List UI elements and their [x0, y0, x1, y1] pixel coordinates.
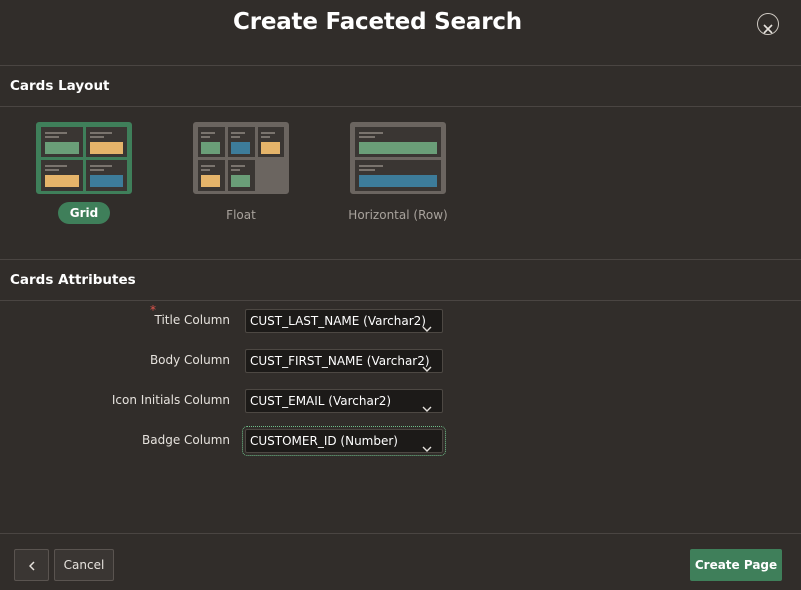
horizontal-layout-thumbnail: [350, 122, 446, 194]
chevron-down-icon: [422, 437, 432, 456]
chevron-down-icon: [422, 357, 432, 376]
footer-divider: [0, 533, 801, 534]
dialog-header: Create Faceted Search: [0, 0, 801, 52]
icon-initials-column-row: Icon Initials Column CUST_EMAIL (Varchar…: [0, 389, 801, 413]
card-tile: [228, 127, 255, 157]
icon-initials-column-value: CUST_EMAIL (Varchar2): [250, 394, 392, 408]
divider: [0, 65, 801, 66]
card-tile: [41, 160, 83, 191]
body-column-label: Body Column: [149, 353, 230, 367]
card-tile: [355, 127, 441, 157]
divider: [0, 106, 801, 107]
badge-column-select[interactable]: CUSTOMER_ID (Number): [242, 426, 446, 456]
chevron-down-icon: [422, 317, 432, 336]
layout-option-horizontal-row[interactable]: Horizontal (Row): [338, 122, 458, 226]
layout-option-grid[interactable]: Grid: [24, 122, 144, 224]
card-tile: [258, 127, 284, 157]
icon-initials-column-select[interactable]: CUST_EMAIL (Varchar2): [245, 389, 443, 413]
divider: [0, 259, 801, 260]
layout-option-label: Horizontal (Row): [348, 208, 448, 222]
create-faceted-search-dialog: Create Faceted Search Cards Layout Grid …: [0, 0, 801, 590]
layout-option-float[interactable]: Float: [181, 122, 301, 226]
card-tile: [86, 127, 127, 157]
card-tile: [41, 127, 83, 157]
card-tile: [86, 160, 127, 191]
grid-layout-thumbnail: [36, 122, 132, 194]
cards-attributes-heading: Cards Attributes: [10, 272, 136, 288]
close-button[interactable]: [757, 13, 779, 35]
dialog-title: Create Faceted Search: [233, 9, 522, 35]
cards-layout-heading: Cards Layout: [10, 78, 110, 94]
back-button[interactable]: [14, 549, 49, 581]
title-column-row: * Title Column CUST_LAST_NAME (Varchar2): [0, 303, 801, 333]
badge-column-row: Badge Column CUSTOMER_ID (Number): [0, 426, 801, 456]
layout-option-label: Grid: [57, 202, 111, 224]
chevron-left-icon: [28, 560, 35, 571]
title-column-select[interactable]: CUST_LAST_NAME (Varchar2): [245, 309, 443, 333]
layout-option-label: Float: [226, 208, 256, 222]
chevron-down-icon: [422, 397, 432, 416]
badge-column-value: CUSTOMER_ID (Number): [250, 434, 398, 448]
body-column-row: Body Column CUST_FIRST_NAME (Varchar2): [0, 349, 801, 373]
badge-column-label: Badge Column: [142, 433, 230, 447]
create-page-button[interactable]: Create Page: [690, 549, 782, 581]
card-tile: [198, 127, 225, 157]
card-tile: [355, 160, 441, 191]
close-icon: [763, 19, 773, 34]
float-layout-thumbnail: [193, 122, 289, 194]
divider: [0, 300, 801, 301]
card-tile: [228, 160, 255, 191]
title-column-label: Title Column: [154, 313, 231, 327]
body-column-value: CUST_FIRST_NAME (Varchar2): [250, 354, 430, 368]
cancel-button[interactable]: Cancel: [54, 549, 114, 581]
card-tile: [198, 160, 225, 191]
title-column-value: CUST_LAST_NAME (Varchar2): [250, 314, 426, 328]
icon-initials-column-label: Icon Initials Column: [111, 393, 230, 407]
body-column-select[interactable]: CUST_FIRST_NAME (Varchar2): [245, 349, 443, 373]
